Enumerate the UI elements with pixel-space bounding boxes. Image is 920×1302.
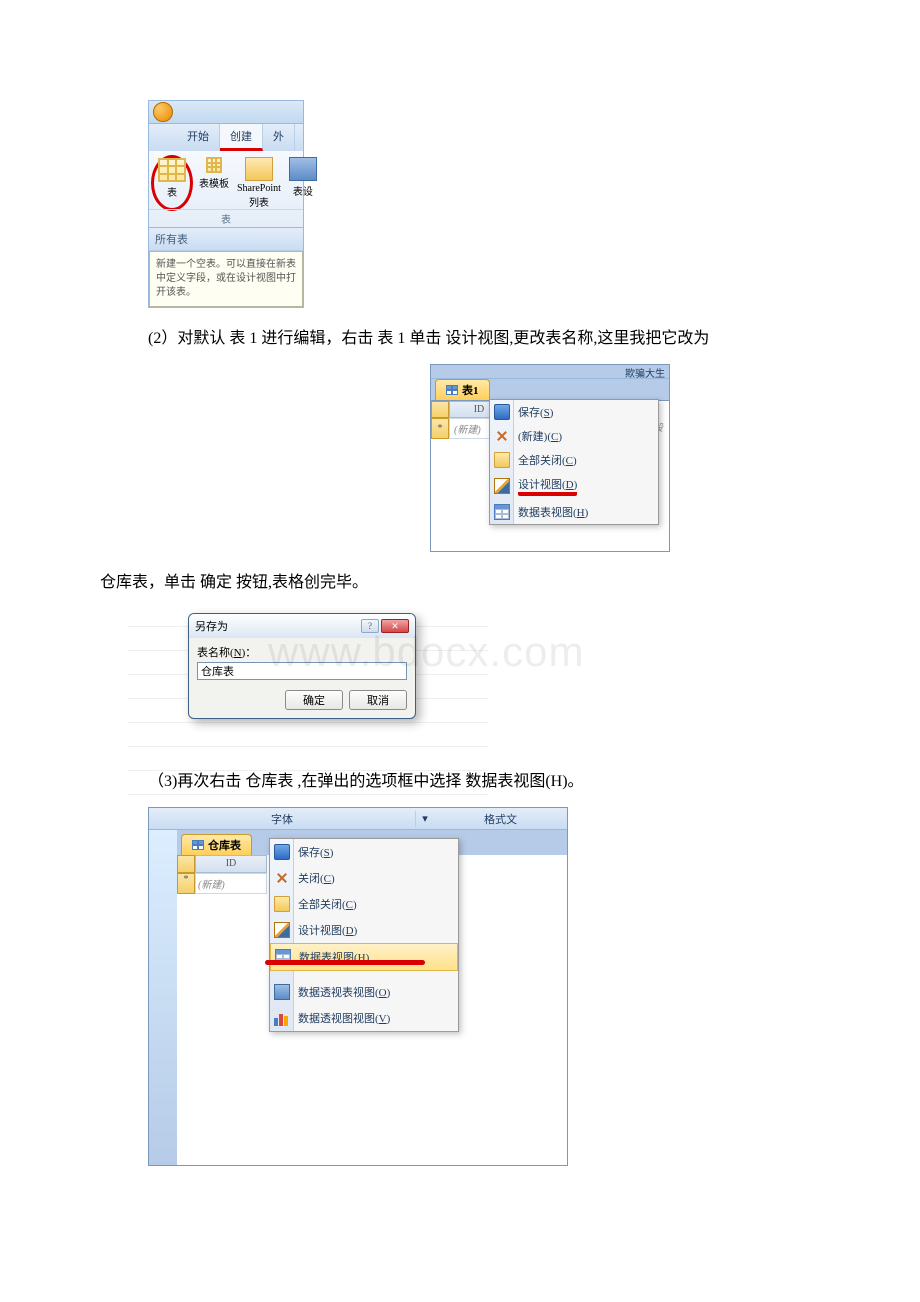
menu-close-all-4[interactable]: 全部关闭(C) bbox=[270, 891, 458, 917]
context-menu-4: 保存(S) 关闭(C) 全部关闭(C) 设计视图(D) bbox=[269, 838, 459, 1032]
tab-external[interactable]: 外 bbox=[263, 124, 295, 151]
table-name-input[interactable] bbox=[197, 662, 407, 680]
ribbon-footer: 字体 ▾ 格式文 bbox=[149, 808, 567, 830]
tab-table1-label: 表1 bbox=[462, 382, 479, 398]
menu-close-all-label-4: 全部关闭(C) bbox=[298, 896, 357, 912]
sharepoint-button[interactable]: SharePoint 列表 bbox=[235, 155, 283, 211]
menu-close-all[interactable]: 全部关闭(C) bbox=[490, 448, 658, 472]
sharepoint-label: SharePoint 列表 bbox=[237, 183, 281, 209]
template-label: 表模板 bbox=[199, 175, 229, 190]
pencil-icon bbox=[494, 478, 510, 494]
context-menu: 保存(S) (新建)(C) 全部关闭(C) 设计视图(D) 数据表视图(H) bbox=[489, 399, 659, 525]
font-group-label: 字体 bbox=[149, 811, 416, 827]
dialog-titlebar: 另存为 ? ✕ bbox=[189, 614, 415, 638]
tab-table1[interactable]: 表1 bbox=[435, 379, 490, 400]
menu-close-label: (新建)(C) bbox=[518, 428, 562, 444]
workspace: 仓库表 ID * (新建) 添加新字段 bbox=[177, 830, 567, 1165]
menu-design-view-4[interactable]: 设计视图(D) bbox=[270, 917, 458, 943]
table-icon bbox=[158, 158, 186, 182]
design-label: 表设 bbox=[293, 183, 313, 198]
table-design-button[interactable]: 表设 bbox=[287, 155, 319, 211]
pencil-icon bbox=[274, 922, 290, 938]
menu-save-4[interactable]: 保存(S) bbox=[270, 839, 458, 865]
paragraph-2: (2）对默认 表 1 进行编辑，右击 表 1 单击 设计视图,更改表名称,这里我… bbox=[148, 326, 820, 352]
menu-save[interactable]: 保存(S) bbox=[490, 400, 658, 424]
pivot-chart-icon bbox=[274, 1010, 290, 1026]
office-icon bbox=[153, 102, 173, 122]
menu-close[interactable]: (新建)(C) bbox=[490, 424, 658, 448]
tab-warehouse-label: 仓库表 bbox=[208, 837, 241, 853]
nav-header[interactable]: 所有表 bbox=[149, 228, 303, 251]
close-icon bbox=[274, 870, 290, 886]
figure-context-menu-2: 字体 ▾ 格式文 仓库表 ID * (新建) bbox=[148, 807, 568, 1166]
new-row-indicator-4: * bbox=[177, 873, 195, 894]
pivot-table-icon bbox=[274, 984, 290, 1000]
save-icon bbox=[494, 404, 510, 420]
ok-button[interactable]: 确定 bbox=[285, 690, 343, 710]
table-mini-icon bbox=[192, 840, 204, 850]
group-label: 表 bbox=[149, 209, 303, 227]
nav-pane: 所有表 新建一个空表。可以直接在新表中定义字段，或在设计视图中打开该表。 bbox=[148, 228, 304, 308]
menu-save-label-4: 保存(S) bbox=[298, 844, 333, 860]
tab-start[interactable]: 开始 bbox=[177, 124, 220, 151]
dialog-help-button[interactable]: ? bbox=[361, 619, 379, 633]
menu-pivot-table-label-4: 数据透视表视图(O) bbox=[298, 984, 390, 1000]
close-icon bbox=[494, 428, 510, 444]
save-as-dialog: 另存为 ? ✕ 表名称(N)： 确定 取消 bbox=[188, 613, 416, 719]
tab-create[interactable]: 创建 bbox=[220, 124, 263, 151]
menu-datasheet-view-4[interactable]: 数据表视图(H) bbox=[270, 943, 458, 971]
qat-bar bbox=[148, 100, 304, 124]
ribbon-tabs: 开始 创建 外 bbox=[148, 124, 304, 151]
menu-pivot-chart-label-4: 数据透视图视图(V) bbox=[298, 1010, 390, 1026]
ribbon-body: 表 表模板 SharePoint 列表 表设 表 bbox=[148, 151, 304, 228]
template-icon bbox=[206, 157, 222, 173]
menu-close-4[interactable]: 关闭(C) bbox=[270, 865, 458, 891]
folder-icon bbox=[494, 452, 510, 468]
menu-design-view-label: 设计视图(D) bbox=[518, 476, 577, 496]
dialog-title: 另存为 bbox=[195, 618, 228, 634]
table-mini-icon bbox=[446, 385, 458, 395]
design-icon bbox=[289, 157, 317, 181]
tooltip: 新建一个空表。可以直接在新表中定义字段，或在设计视图中打开该表。 bbox=[149, 251, 303, 307]
new-row-indicator: * bbox=[431, 418, 449, 439]
paragraph-3: 仓库表，单击 确定 按钮,表格创完毕。 bbox=[100, 570, 820, 596]
menu-design-view[interactable]: 设计视图(D) bbox=[490, 472, 658, 500]
nav-collapsed[interactable] bbox=[149, 830, 177, 1165]
menu-close-all-label: 全部关闭(C) bbox=[518, 452, 577, 468]
menu-datasheet-view-label: 数据表视图(H) bbox=[518, 504, 588, 520]
table-name-label: 表名称(N)： bbox=[197, 644, 407, 660]
tab-warehouse[interactable]: 仓库表 bbox=[181, 834, 252, 855]
document-tabs: 表1 bbox=[431, 379, 669, 401]
menu-datasheet-view[interactable]: 数据表视图(H) bbox=[490, 500, 658, 524]
table-template-button[interactable]: 表模板 bbox=[197, 155, 231, 211]
table-button[interactable]: 表 bbox=[151, 155, 193, 211]
sharepoint-icon bbox=[245, 157, 273, 181]
menu-design-view-label-4: 设计视图(D) bbox=[298, 922, 357, 938]
menu-close-label-4: 关闭(C) bbox=[298, 870, 335, 886]
figure-create-ribbon: 开始 创建 外 表 表模板 SharePoint 列表 表设 表 bbox=[148, 100, 304, 308]
format-group-label: 格式文 bbox=[434, 811, 567, 827]
select-all-4[interactable] bbox=[177, 855, 195, 873]
dialog-close-button[interactable]: ✕ bbox=[381, 619, 409, 633]
fig2-header-strip: 欺骗大生 bbox=[431, 365, 669, 379]
new-row-cell-4[interactable]: (新建) bbox=[195, 873, 267, 894]
menu-save-label: 保存(S) bbox=[518, 404, 553, 420]
red-annotation-underline bbox=[265, 960, 425, 965]
datasheet-icon bbox=[494, 504, 510, 520]
datasheet: ID * (新建) 添加新字段 保存(S) (新建)(C) 全部 bbox=[431, 401, 669, 551]
cancel-button[interactable]: 取消 bbox=[349, 690, 407, 710]
table-button-label: 表 bbox=[167, 184, 177, 199]
column-id-4[interactable]: ID bbox=[195, 855, 267, 873]
menu-pivot-table-4[interactable]: 数据透视表视图(O) bbox=[270, 979, 458, 1005]
figure-context-menu-1: 欺骗大生 表1 ID * (新建) 添加新字段 保存(S) bbox=[430, 364, 670, 552]
office-button[interactable] bbox=[149, 100, 177, 124]
save-icon bbox=[274, 844, 290, 860]
folder-icon bbox=[274, 896, 290, 912]
figure-save-as-dialog: www.bdocx.com 另存为 ? ✕ 表名称(N)： 确定 取消 bbox=[148, 613, 448, 719]
menu-pivot-chart-4[interactable]: 数据透视图视图(V) bbox=[270, 1005, 458, 1031]
select-all-cell[interactable] bbox=[431, 401, 449, 418]
